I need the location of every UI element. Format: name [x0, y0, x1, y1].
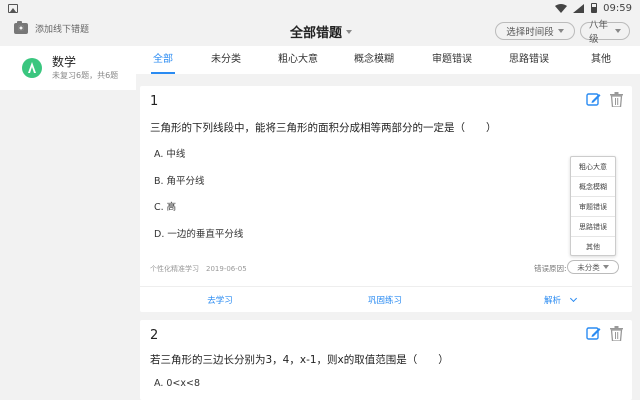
camera-icon [14, 21, 28, 34]
sidebar-item-math[interactable]: 数学 未复习6题，共6题 [0, 46, 136, 90]
add-offline-button[interactable]: 添加线下错题 [14, 21, 90, 35]
tab-all[interactable]: 全部 [136, 46, 190, 74]
subject-name: 数学 [52, 55, 77, 69]
error-reason-dropdown[interactable]: 未分类 [567, 260, 619, 274]
wifi-icon [555, 3, 568, 13]
gallery-icon [8, 3, 18, 13]
caret-down-icon [557, 29, 564, 33]
practice-button[interactable]: 巩固练习 [360, 294, 410, 306]
subject-progress: 未复习6题，共6题 [52, 71, 119, 80]
grade-dropdown[interactable]: 八年级 [580, 20, 630, 45]
error-reason-value: 未分类 [577, 262, 600, 272]
question-number: 1 [150, 94, 159, 109]
add-offline-label: 添加线下错题 [35, 25, 90, 35]
subject-text: 数学 未复习6题，共6题 [52, 55, 118, 81]
analysis-label: 解析 [543, 295, 561, 306]
question-stem: 三角形的下列线段中，能将三角形的面积分成相等两部分的一定是（ ） [150, 122, 497, 134]
menu-item-other[interactable]: 其他 [571, 237, 615, 257]
option-b: B. 角平分线 [154, 176, 205, 187]
menu-item-careless[interactable]: 粗心大意 [571, 157, 615, 177]
sidebar: 数学 未复习6题，共6题 [0, 46, 136, 400]
question-card: 2 若三角形的三边长分别为3，4，x-1，则x的取值范围是（ ） A. 0<x<… [140, 320, 632, 400]
question-stem: 若三角形的三边长分别为3，4，x-1，则x的取值范围是（ ） [150, 354, 449, 366]
tab-uncategorized[interactable]: 未分类 [190, 46, 262, 74]
question-card: 1 三角形的下列线段中，能将三角形的面积分成相等两部分的一定是（ ） A. 中线… [140, 86, 632, 312]
grade-label: 八年级 [589, 20, 609, 45]
option-d: D. 一边的垂直平分线 [154, 229, 244, 240]
edit-icon[interactable] [586, 92, 601, 107]
option-c: C. 高 [154, 202, 177, 213]
battery-icon [591, 3, 598, 13]
caret-down-icon [615, 29, 621, 33]
analysis-button[interactable]: 解析 [530, 294, 590, 306]
question-number: 2 [150, 328, 159, 343]
option-a: A. 0<x<8 [154, 378, 201, 389]
tab-misread[interactable]: 审题错误 [414, 46, 490, 74]
page-title-dropdown[interactable]: 全部错题 [290, 22, 353, 41]
caret-down-icon [602, 265, 609, 269]
status-right: 09:59 [555, 3, 632, 14]
chevron-down-icon [569, 294, 578, 302]
tab-careless[interactable]: 粗心大意 [262, 46, 334, 74]
time-filter-dropdown[interactable]: 选择时间段 [495, 22, 575, 40]
math-compass-icon [22, 58, 42, 78]
tab-wrong-approach[interactable]: 思路错误 [490, 46, 568, 74]
option-a: A. 中线 [154, 149, 186, 160]
edit-icon[interactable] [586, 326, 601, 341]
menu-item-concept-unclear[interactable]: 概念模糊 [571, 177, 615, 197]
page-title: 全部错题 [290, 26, 343, 41]
time-filter-label: 选择时间段 [506, 27, 554, 38]
top-header: 添加线下错题 全部错题 选择时间段 八年级 [0, 16, 640, 46]
tab-other[interactable]: 其他 [568, 46, 634, 74]
error-reason-label: 错误原因: [534, 264, 567, 273]
error-reason-menu: 粗心大意 概念模糊 审题错误 思路错误 其他 [570, 156, 616, 256]
caret-down-icon [346, 29, 353, 34]
menu-item-wrong-approach[interactable]: 思路错误 [571, 217, 615, 237]
status-bar: 09:59 [0, 0, 640, 16]
trash-icon[interactable] [610, 92, 623, 107]
trash-icon[interactable] [610, 326, 623, 341]
study-button[interactable]: 去学习 [200, 294, 240, 306]
tab-concept-unclear[interactable]: 概念模糊 [334, 46, 414, 74]
category-tabs: 全部 未分类 粗心大意 概念模糊 审题错误 思路错误 其他 [136, 46, 640, 74]
signal-icon [573, 3, 585, 13]
status-time: 09:59 [603, 2, 632, 14]
menu-item-misread[interactable]: 审题错误 [571, 197, 615, 217]
card-actions: 去学习 巩固练习 解析 [140, 286, 632, 312]
question-source-date: 个性化精准学习 2019-06-05 [150, 265, 247, 273]
